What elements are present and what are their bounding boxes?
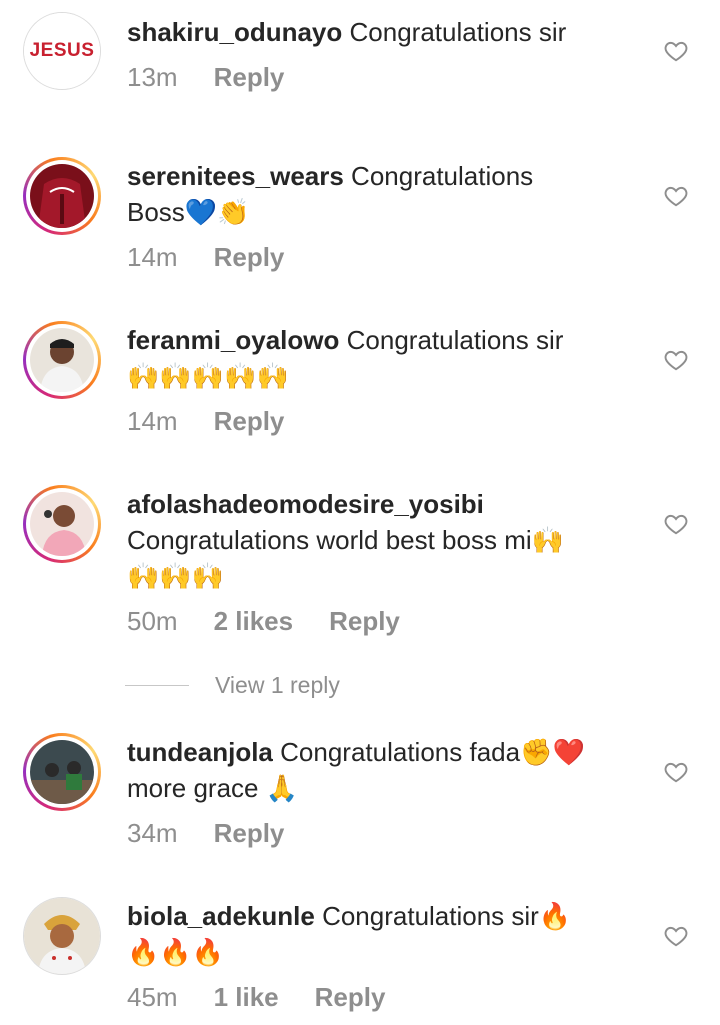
avatar-image [30, 492, 94, 556]
avatar[interactable] [23, 897, 101, 975]
avatar[interactable] [23, 157, 101, 235]
reply-button[interactable]: Reply [315, 982, 386, 1013]
comment-text: afolashadeomodesire_yosibi Congratulatio… [127, 486, 587, 594]
avatar[interactable] [23, 321, 101, 399]
comment-time: 34m [127, 818, 178, 848]
avatar[interactable]: JESUS [23, 12, 101, 90]
heart-outline-icon[interactable] [663, 759, 689, 785]
avatar[interactable] [23, 485, 101, 563]
reply-button[interactable]: Reply [214, 62, 285, 93]
comment-meta: 45m 1 like Reply [127, 982, 385, 1013]
avatar[interactable] [23, 733, 101, 811]
comment-username[interactable]: afolashadeomodesire_yosibi [127, 489, 484, 519]
comment-text: serenitees_wears Congratulations Boss💙👏 [127, 158, 587, 230]
comment-text: feranmi_oyalowo Congratulations sir 🙌🙌🙌🙌… [127, 322, 587, 394]
comment-meta: 50m 2 likes Reply [127, 606, 400, 637]
comment-time: 45m [127, 982, 178, 1012]
heart-outline-icon[interactable] [663, 38, 689, 64]
comment-username[interactable]: serenitees_wears [127, 161, 344, 191]
heart-outline-icon[interactable] [663, 511, 689, 537]
comment-text: biola_adekunle Congratulations sir🔥🔥🔥🔥 [127, 898, 587, 970]
divider [125, 685, 189, 686]
reply-button[interactable]: Reply [214, 242, 285, 273]
avatar-image [30, 164, 94, 228]
likes-count[interactable]: 1 like [214, 982, 279, 1013]
reply-button[interactable]: Reply [214, 818, 285, 849]
view-replies-button[interactable]: View 1 reply [125, 672, 340, 699]
comment-username[interactable]: feranmi_oyalowo [127, 325, 339, 355]
heart-outline-icon[interactable] [663, 923, 689, 949]
comment-body: Congratulations world best boss mi🙌🙌🙌🙌 [127, 525, 565, 591]
avatar-image: JESUS [24, 13, 100, 89]
comment-time: 14m [127, 406, 178, 436]
reply-button[interactable]: Reply [329, 606, 400, 637]
avatar-image [24, 898, 100, 974]
comment-username[interactable]: shakiru_odunayo [127, 17, 342, 47]
comment-meta: 14m Reply [127, 406, 284, 437]
comment-meta: 14m Reply [127, 242, 284, 273]
heart-outline-icon[interactable] [663, 347, 689, 373]
likes-count[interactable]: 2 likes [214, 606, 294, 637]
comment-username[interactable]: biola_adekunle [127, 901, 315, 931]
comment-text: tundeanjola Congratulations fada✊❤️more … [127, 734, 587, 806]
view-replies-label: View 1 reply [215, 672, 340, 698]
comment-username[interactable]: tundeanjola [127, 737, 273, 767]
comment-meta: 34m Reply [127, 818, 284, 849]
comment-time: 13m [127, 62, 178, 92]
reply-button[interactable]: Reply [214, 406, 285, 437]
heart-outline-icon[interactable] [663, 183, 689, 209]
comment-time: 14m [127, 242, 178, 272]
avatar-image [30, 740, 94, 804]
avatar-image [30, 328, 94, 392]
comment-body: Congratulations sir [342, 17, 567, 47]
comment-meta: 13m Reply [127, 62, 284, 93]
comment-time: 50m [127, 606, 178, 636]
comment-text: shakiru_odunayo Congratulations sir [127, 14, 587, 50]
